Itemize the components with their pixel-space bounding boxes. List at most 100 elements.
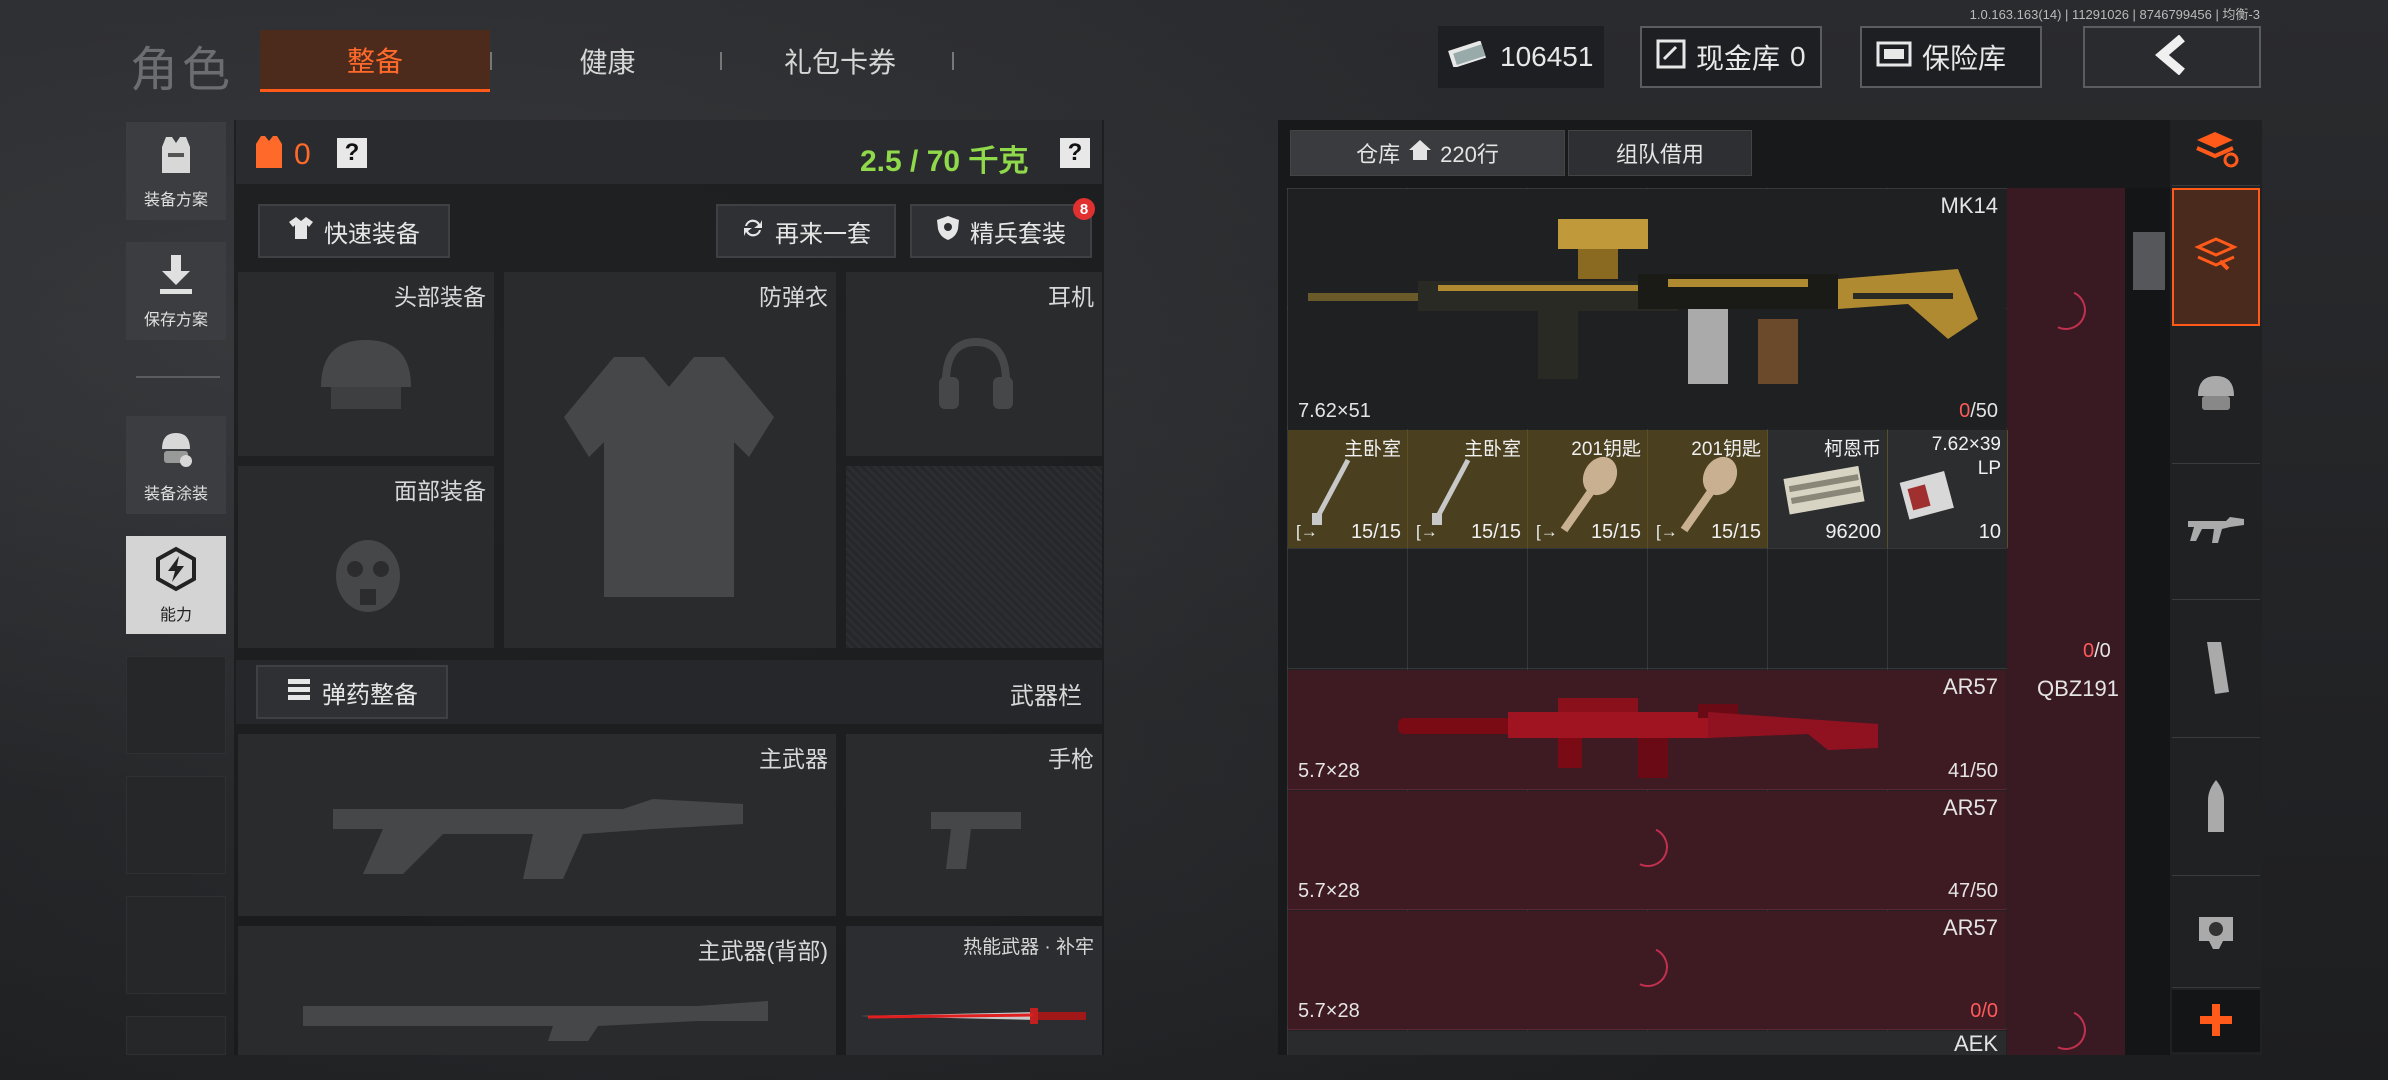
item-durability: 0/50 [1959, 400, 1998, 422]
tab-loadout[interactable]: 整备 [260, 30, 490, 92]
equipment-paint-button[interactable]: 装备涂装 [126, 416, 226, 514]
locked-slot [846, 466, 1102, 648]
quick-equip-button[interactable]: 快速装备 [258, 204, 450, 258]
cash-vault-button[interactable]: 现金库 0 [1640, 26, 1822, 88]
armor-vest-icon [254, 134, 284, 175]
loadout-plans-button[interactable]: 装备方案 [126, 122, 226, 220]
scrollbar-thumb[interactable] [2133, 232, 2165, 290]
tab-storage[interactable]: 仓库 220行 [1290, 130, 1565, 176]
tab-health[interactable]: 健康 [500, 30, 715, 92]
warehouse-item-ar57[interactable]: AR57 5.7×28 0/0 [1288, 911, 2006, 1030]
ability-button[interactable]: 能力 [126, 536, 226, 634]
warehouse-item-key[interactable]: 201钥匙 [→ 15/15 [1648, 430, 1768, 548]
category-gear[interactable] [2172, 330, 2260, 464]
category-magazines[interactable] [2172, 604, 2260, 738]
side-item-name[interactable]: QBZ191 [2037, 676, 2119, 702]
mk14-rifle-icon [1308, 209, 1998, 404]
pistol-icon [906, 784, 1046, 894]
weight-display: 2.5 / 70 千克 [860, 145, 1029, 178]
reroll-button[interactable]: 再来一套 [716, 204, 896, 258]
face-slot[interactable]: 面部装备 [238, 466, 494, 648]
category-weapons[interactable] [2172, 466, 2260, 600]
save-plan-button[interactable]: 保存方案 [126, 242, 226, 340]
warehouse-item-mk14[interactable]: MK14 7.62×51 0/50 [1288, 189, 2006, 429]
chevron-left-icon [2154, 34, 2190, 80]
magazine-icon [2201, 640, 2231, 701]
back-button[interactable] [2083, 26, 2261, 88]
armor-count-value: 0 [294, 137, 311, 171]
melee-slot[interactable]: 热能武器 · 补牢 [846, 926, 1102, 1055]
item-count: 15/15 [1590, 521, 1641, 543]
loading-spinner-icon [1622, 941, 1674, 993]
item-caliber: 5.7×28 [1298, 880, 1360, 902]
empty-slot [126, 896, 226, 994]
face-slot-label: 面部装备 [394, 478, 486, 504]
rifle-icon [2186, 513, 2246, 552]
category-ammo[interactable] [2172, 742, 2260, 876]
item-caliber: 5.7×28 [1298, 1000, 1360, 1022]
gas-mask-icon [298, 516, 438, 636]
tab-storage-label: 仓库 [1356, 142, 1401, 167]
category-attachments[interactable] [2172, 880, 2260, 988]
warehouse-item-key[interactable]: 201钥匙 [→ 15/15 [1528, 430, 1648, 548]
sidebar-divider [136, 376, 220, 378]
tab-team-borrow[interactable]: 组队借用 [1568, 130, 1752, 176]
item-name: AEK [1953, 1031, 1998, 1055]
cash-vault-label: 现金库 [1696, 43, 1781, 74]
pistol-slot[interactable]: 手枪 [846, 734, 1102, 916]
refresh-icon [741, 216, 765, 247]
item-count: 96200 [1825, 521, 1881, 543]
cash-stack-icon [1783, 465, 1865, 515]
item-name: AR57 [1942, 795, 1998, 820]
body-armor-label: 防弹衣 [759, 284, 828, 310]
rifle-icon [288, 986, 788, 1046]
exit-icon: [→ [1656, 522, 1678, 541]
body-armor-slot[interactable]: 防弹衣 [504, 272, 836, 648]
armor-help-button[interactable]: ? [337, 138, 367, 168]
ammo-prep-label: 弹药整备 [322, 681, 418, 709]
empty-slot [126, 776, 226, 874]
vault-icon [1656, 39, 1686, 76]
tab-separator [952, 52, 954, 70]
warehouse-scrollbar[interactable] [2125, 188, 2171, 1055]
version-text: 1.0.163.163(14) | 11291026 | 8746799456 … [1969, 7, 2260, 22]
ammo-prep-button[interactable]: 弹药整备 [256, 665, 448, 719]
insurance-label: 保险库 [1922, 43, 2007, 74]
plus-icon [2198, 991, 2234, 1051]
weapon-bar-label: 武器栏 [1010, 683, 1082, 710]
currency-display: 106451 [1438, 26, 1604, 88]
primary-weapon-slot[interactable]: 主武器 [238, 734, 836, 916]
add-category-button[interactable] [2172, 990, 2260, 1052]
warehouse-item-ar57[interactable]: AR57 5.7×28 41/50 [1288, 670, 2006, 790]
headset-slot[interactable]: 耳机 [846, 272, 1102, 456]
head-slot[interactable]: 头部装备 [238, 272, 494, 456]
loading-spinner-icon [1622, 821, 1674, 873]
safe-icon [1876, 40, 1912, 75]
key-icon [1312, 458, 1351, 525]
sort-button[interactable] [2172, 120, 2260, 186]
back-weapon-slot[interactable]: 主武器(背部) [238, 926, 836, 1055]
warehouse-item-ar57[interactable]: AR57 5.7×28 47/50 [1288, 791, 2006, 910]
category-all[interactable] [2172, 188, 2260, 326]
warehouse-item-coins[interactable]: 柯恩币 96200 [1768, 430, 1888, 548]
warehouse-item-ammo[interactable]: 7.62×39 LP 10 [1888, 430, 2008, 548]
tab-gift-vouchers[interactable]: 礼包卡券 [730, 30, 950, 92]
katana-icon [858, 1004, 1090, 1033]
sidebar-label: 保存方案 [143, 311, 208, 329]
insurance-vault-button[interactable]: 保险库 [1860, 26, 2042, 88]
warehouse-item-aek[interactable]: AEK [1288, 1031, 2006, 1055]
item-durability: 47/50 [1947, 880, 1998, 902]
warehouse-item-key[interactable]: 主卧室 [→ 15/15 [1408, 430, 1528, 548]
sidebar-label: 能力 [159, 606, 192, 624]
weight-help-button[interactable]: ? [1060, 138, 1090, 168]
elite-set-label: 精兵套装 [970, 220, 1066, 248]
home-icon [1408, 139, 1432, 167]
sidebar-label: 装备涂装 [143, 485, 208, 503]
warehouse-item-key[interactable]: 主卧室 [→ 15/15 [1288, 430, 1408, 548]
helmet-icon [278, 312, 454, 442]
item-count: 15/15 [1710, 521, 1761, 543]
elite-set-button[interactable]: 精兵套装 [910, 204, 1092, 258]
item-name: AR57 [1942, 915, 1998, 940]
shirt-icon [288, 215, 314, 248]
shield-icon [936, 215, 960, 248]
